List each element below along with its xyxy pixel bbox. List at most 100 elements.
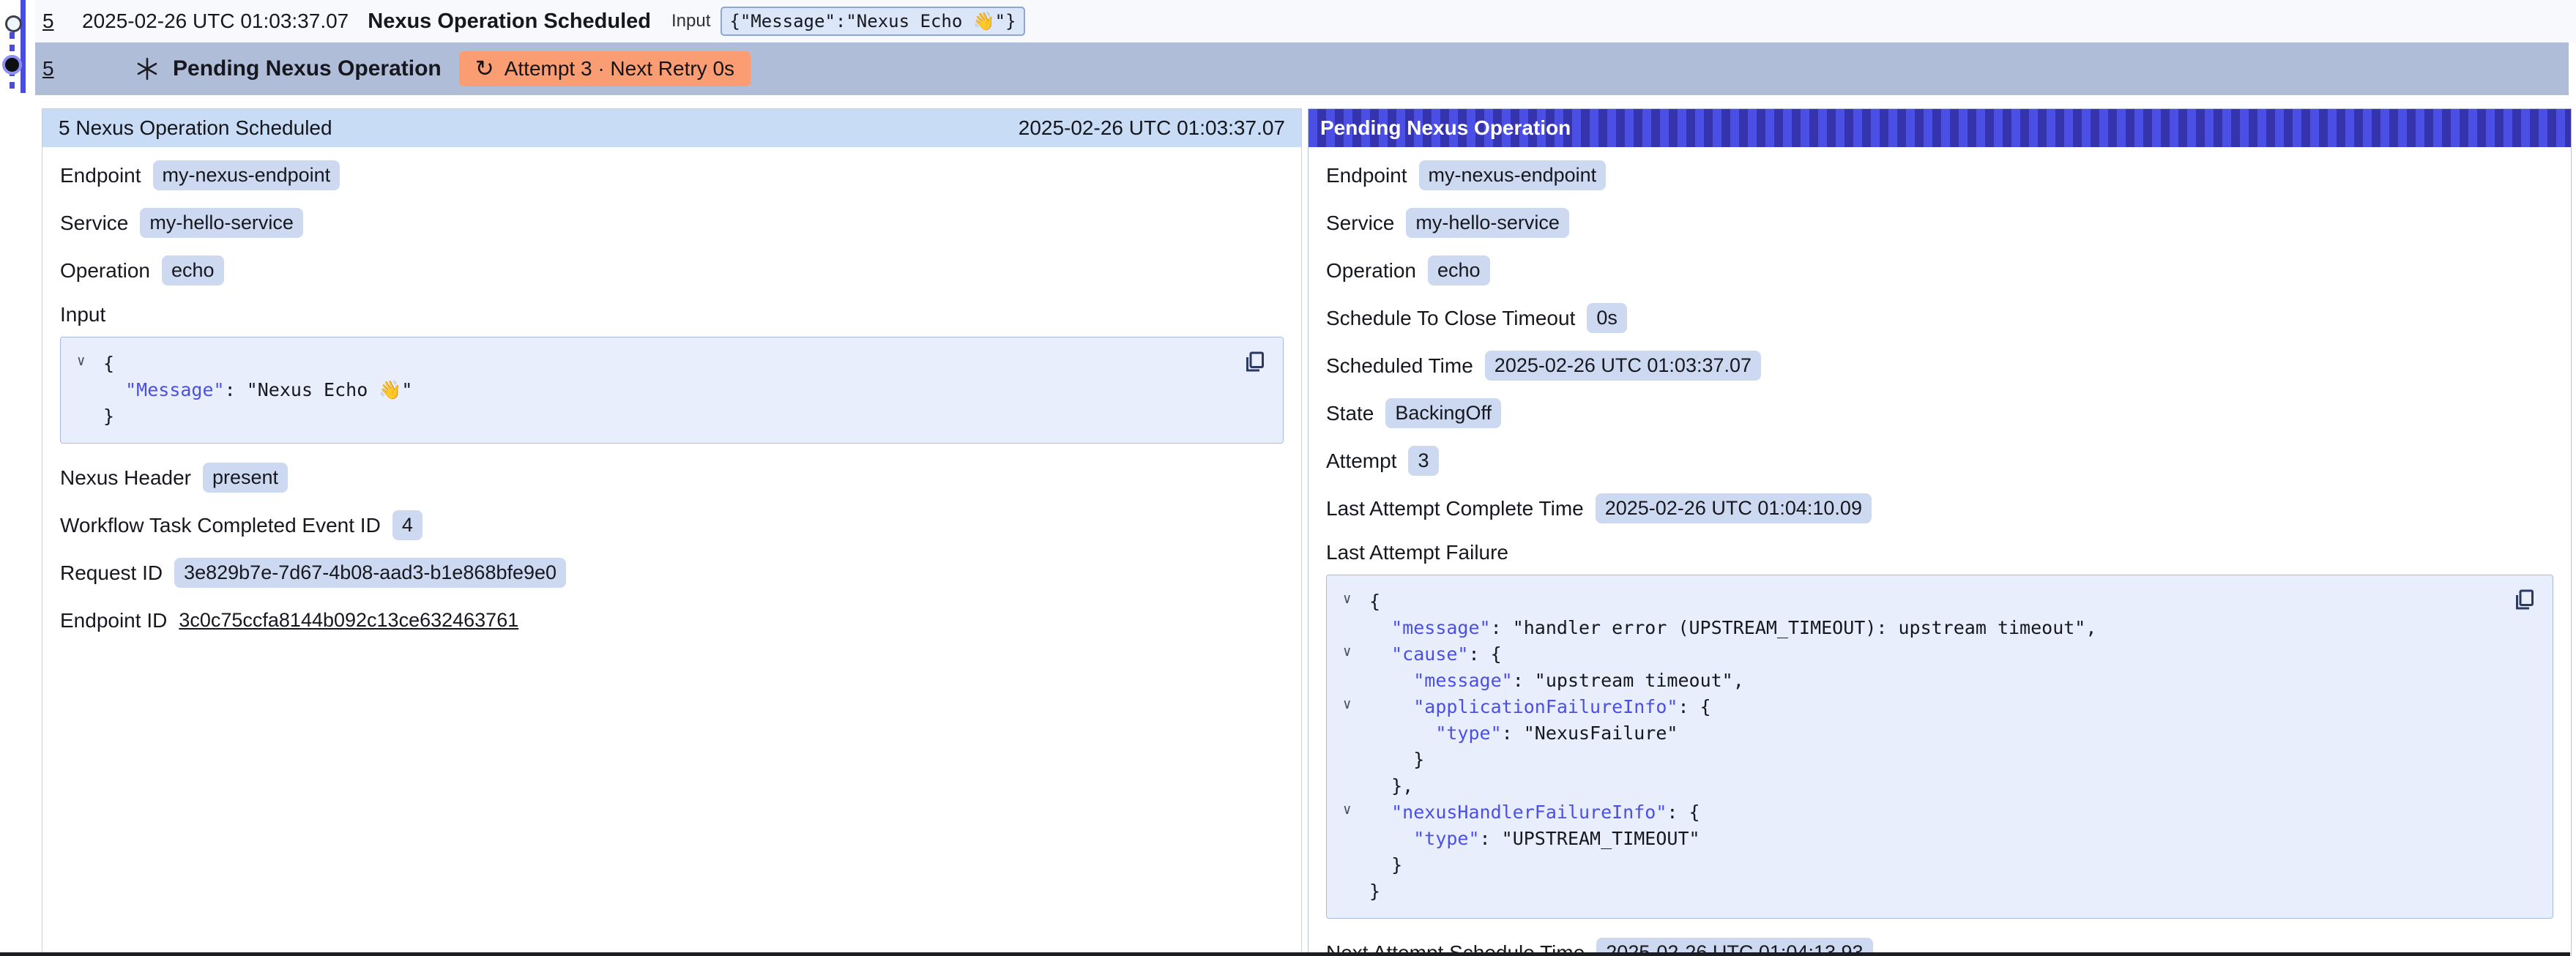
field-value-chip: echo (1428, 255, 1490, 285)
pending-asterisk-icon (135, 56, 160, 81)
collapse-chevron-icon[interactable]: ∨ (1343, 803, 1351, 817)
field-value-chip: my-nexus-endpoint (153, 160, 340, 190)
timeline-node-open-icon (5, 15, 22, 32)
event-id-link[interactable]: 5 (42, 57, 60, 81)
input-json-block: ∨{ "Message": "Nexus Echo 👋"} (60, 337, 1284, 444)
timeline-selection-bar (21, 0, 26, 93)
field-label: Endpoint (1326, 164, 1407, 187)
input-section-label: Input (60, 303, 1284, 326)
field-label: Endpoint ID (60, 609, 167, 632)
event-detail-body: Endpoint my-nexus-endpoint Service my-hello… (42, 147, 1301, 635)
input-preview-chip: {"Message":"Nexus Echo 👋"} (721, 7, 1024, 36)
event-detail-header-title: 5 Nexus Operation Scheduled (59, 116, 332, 140)
failure-section-label: Last Attempt Failure (1326, 541, 2553, 564)
field-value-chip: my-hello-service (1406, 208, 1569, 238)
field-label: Scheduled Time (1326, 354, 1473, 378)
field-label: Service (1326, 212, 1394, 235)
field-row-nexus-header: Nexus Header present (60, 463, 1284, 493)
field-row-operation: Operation echo (1326, 255, 2553, 285)
field-value-chip: 2025-02-26 UTC 01:04:10.09 (1596, 493, 1872, 523)
code-line: ∨{ (103, 351, 1265, 377)
field-label: Schedule To Close Timeout (1326, 307, 1575, 330)
workflow-event-history-view: 5 2025-02-26 UTC 01:03:37.07 Nexus Opera… (0, 0, 2576, 956)
event-detail-header: 5 Nexus Operation Scheduled 2025-02-26 U… (42, 109, 1301, 147)
collapse-chevron-icon[interactable]: ∨ (1343, 698, 1351, 712)
field-value-chip: 0s (1587, 303, 1627, 333)
field-row-last-attempt-complete-time: Last Attempt Complete Time 2025-02-26 UTC… (1326, 493, 2553, 523)
field-label: Last Attempt Complete Time (1326, 497, 1584, 520)
field-row-scheduled-time: Scheduled Time 2025-02-26 UTC 01:03:37.07 (1326, 351, 2553, 381)
code-line: "type": "NexusFailure" (1369, 720, 2535, 747)
pending-operation-body: Endpoint my-nexus-endpoint Service my-hello… (1309, 147, 2571, 956)
field-row-endpoint: Endpoint my-nexus-endpoint (60, 160, 1284, 190)
field-label: Endpoint (60, 164, 141, 187)
field-row-service: Service my-hello-service (1326, 208, 2553, 238)
event-detail-panel: 5 Nexus Operation Scheduled 2025-02-26 U… (42, 108, 1302, 956)
field-label: Service (60, 212, 128, 235)
code-line: } (1369, 747, 2535, 773)
field-label: Request ID (60, 561, 163, 585)
input-label: Input (671, 11, 710, 31)
field-row-operation: Operation echo (60, 255, 1284, 285)
field-row-service: Service my-hello-service (60, 208, 1284, 238)
pending-operation-panel: Pending Nexus Operation Endpoint my-nexus… (1308, 108, 2572, 956)
field-value-chip: echo (162, 255, 224, 285)
event-timeline-gutter (0, 0, 35, 97)
code-line: ∨ "nexusHandlerFailureInfo": { (1369, 799, 2535, 826)
field-label: Operation (1326, 259, 1416, 283)
field-row-endpoint: Endpoint my-nexus-endpoint (1326, 160, 2553, 190)
field-row-workflow-task-completed-event-id: Workflow Task Completed Event ID 4 (60, 510, 1284, 540)
field-row-endpoint-id: Endpoint ID 3c0c75ccfa8144b092c13ce632463… (60, 605, 1284, 635)
attempt-retry-badge: ↻ Attempt 3 · Next Retry 0s (459, 51, 751, 86)
pending-nexus-operation-row[interactable]: 5 Pending Nexus Operation ↻ Attempt 3 · … (35, 42, 2569, 95)
field-value-chip: my-nexus-endpoint (1419, 160, 1607, 190)
retry-icon: ↻ (475, 57, 494, 80)
code-line: ∨{ (1369, 589, 2535, 615)
field-value-chip: present (203, 463, 288, 493)
code-line: ∨ "applicationFailureInfo": { (1369, 694, 2535, 720)
code-line: "message": "handler error (UPSTREAM_TIME… (1369, 615, 2535, 641)
field-value-chip: my-hello-service (140, 208, 303, 238)
field-value-chip: 3 (1408, 446, 1438, 476)
code-line: "message": "upstream timeout", (1369, 668, 2535, 694)
copy-icon (1242, 348, 1268, 375)
event-id-link[interactable]: 5 (42, 10, 60, 33)
copy-button[interactable] (1240, 348, 1270, 377)
field-label: State (1326, 402, 1374, 425)
code-line: ∨ "cause": { (1369, 641, 2535, 668)
next-row-top-edge (0, 952, 2570, 956)
pending-operation-header-title: Pending Nexus Operation (1320, 116, 1571, 140)
field-row-schedule-to-close-timeout: Schedule To Close Timeout 0s (1326, 303, 2553, 333)
field-label: Attempt (1326, 449, 1396, 473)
collapse-chevron-icon[interactable]: ∨ (77, 354, 85, 368)
code-line: "type": "UPSTREAM_TIMEOUT" (1369, 826, 2535, 852)
copy-button[interactable] (2510, 586, 2539, 615)
field-value-chip: 3e829b7e-7d67-4b08-aad3-b1e868bfe9e0 (174, 558, 566, 588)
timeline-node-current-icon (5, 58, 19, 72)
event-timestamp: 2025-02-26 UTC 01:03:37.07 (82, 10, 349, 33)
failure-json-block: ∨{ "message": "handler error (UPSTREAM_T… (1326, 575, 2553, 919)
collapse-chevron-icon[interactable]: ∨ (1343, 592, 1351, 606)
code-line: "Message": "Nexus Echo 👋" (103, 377, 1265, 403)
field-value-chip: 4 (392, 510, 422, 540)
collapse-chevron-icon[interactable]: ∨ (1343, 645, 1351, 659)
endpoint-id-link[interactable]: 3c0c75ccfa8144b092c13ce632463761 (179, 605, 518, 635)
field-row-attempt: Attempt 3 (1326, 446, 2553, 476)
field-value-chip: BackingOff (1385, 398, 1501, 428)
field-label: Nexus Header (60, 466, 191, 490)
code-line: } (103, 403, 1265, 430)
code-line: } (1369, 852, 2535, 878)
event-detail-header-time: 2025-02-26 UTC 01:03:37.07 (1019, 116, 1285, 140)
event-title: Nexus Operation Scheduled (368, 10, 651, 34)
event-row-nexus-operation-scheduled[interactable]: 5 2025-02-26 UTC 01:03:37.07 Nexus Opera… (35, 0, 2576, 42)
code-line: } (1369, 878, 2535, 905)
copy-icon (2512, 586, 2538, 613)
field-row-state: State BackingOff (1326, 398, 2553, 428)
field-value-chip: 2025-02-26 UTC 01:03:37.07 (1485, 351, 1761, 381)
field-row-request-id: Request ID 3e829b7e-7d67-4b08-aad3-b1e868… (60, 558, 1284, 588)
pending-row-title: Pending Nexus Operation (173, 56, 442, 81)
field-label: Workflow Task Completed Event ID (60, 514, 381, 537)
code-line: }, (1369, 773, 2535, 799)
pending-operation-header: Pending Nexus Operation (1309, 109, 2571, 147)
field-label: Operation (60, 259, 150, 283)
